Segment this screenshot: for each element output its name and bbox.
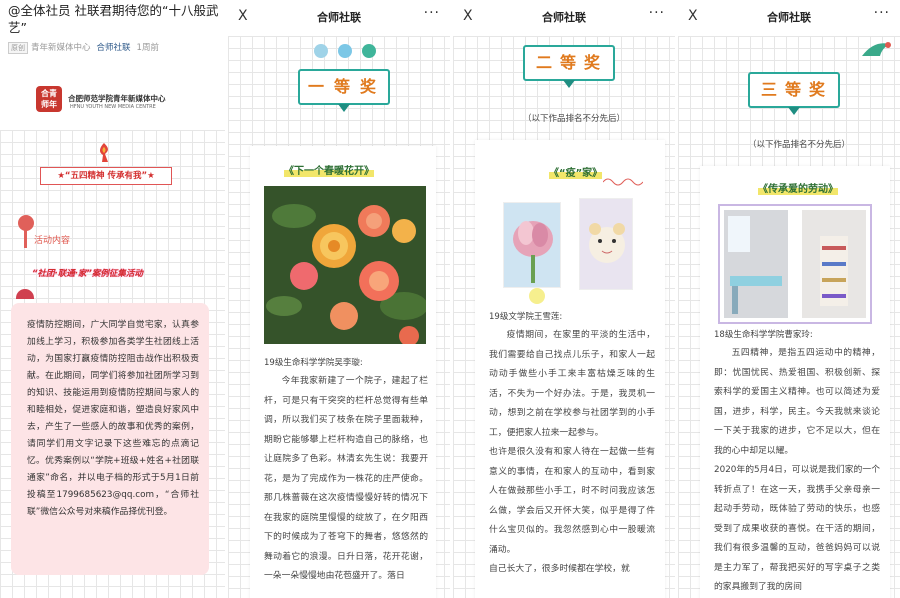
section-heading: 活动内容 [34,236,71,246]
theme-banner: ★“五四精神 传承有我”★ [40,167,172,185]
work-author: 19级文学院王雪莲: [489,312,563,322]
article-time: 1周前 [136,43,159,53]
second-prize-panel: X 合师社联 ··· 二等奖 （以下作品排名不分先后） 《“疫”家》 19级文学… [453,0,675,598]
first-prize-panel: X 合师社联 ··· 一等奖 《下一个春暖花开》 19级生命科学学院吴李璇: 今… [228,0,450,598]
bird-decor-icon [862,42,891,56]
activity-description-card: 疫情防控期间，广大同学自觉宅家，认真参加线上学习，积极参加各类学生社团线上活动，… [11,303,209,575]
decor-dot-icon [529,288,545,304]
ranking-note: （以下作品排名不分先后） [748,140,851,150]
torch-icon [100,143,108,162]
more-icon[interactable]: ··· [874,5,890,21]
pin-stem [24,228,27,248]
content-area: 二等奖 （以下作品排名不分先后） 《“疫”家》 19级文学院王雪莲: 疫情期间，… [453,36,675,598]
ranking-note: （以下作品排名不分先后） [523,114,626,124]
article-panel: @全体社员 社联君期待您的“十八般武艺” 原创 青年新媒体中心 合师社联 1周前 合青… [0,0,225,598]
work-text: 今年我家新建了一个院子，建起了栏杆，可是只有干突突的栏杆总觉得有些单调，所以我们… [264,376,428,581]
org-name: 合肥师范学院青年新媒体中心 [68,94,166,103]
room-photos-image [724,210,866,318]
content-area: 一等奖 《下一个春暖花开》 19级生命科学学院吴李璇: 今年我家新建了一个院子，… [228,36,450,598]
nav-bar: X 合师社联 ··· [228,0,450,36]
craft-image-1 [504,203,560,287]
decor-dot-icon [338,44,352,58]
craft-photo-1 [503,202,561,288]
work-title: 《传承爱的劳动》 [758,180,838,195]
content-area: 三等奖 （以下作品排名不分先后） 《传承爱的劳动》 18级生命科学学院曹家玲: … [678,36,900,598]
decor-dot-icon [314,44,328,58]
work-text: 五四精神，是指五四运动中的精神，即：忧国忧民、热爱祖国、积极创新、探索科学的爱国… [714,348,880,592]
work-title: 《“疫”家》 [549,164,603,179]
roses-photo [264,186,426,344]
craft-image-2 [580,199,632,289]
decor-dot-icon [362,44,376,58]
more-icon[interactable]: ··· [424,5,440,21]
nav-bar: X 合师社联 ··· [678,0,900,36]
award-badge: 一等奖 [298,69,390,112]
craft-photo-2 [579,198,633,290]
article-author: 青年新媒体中心 [31,43,91,53]
org-logo-text: 合青 师年 [41,89,57,109]
activity-subtitle: “社团·联通·家”案例征集活动 [32,269,143,279]
roses-image [264,186,426,344]
org-logo: 合青 师年 [36,86,62,112]
original-tag: 原创 [8,42,28,54]
nav-title[interactable]: 合师社联 [453,9,675,25]
room-photos-frame [718,204,872,324]
nav-title[interactable]: 合师社联 [678,9,900,25]
work-title: 《下一个春暖花开》 [284,162,374,177]
article-meta: 原创 青年新媒体中心 合师社联 1周前 [8,41,159,54]
screenshot: @全体社员 社联君期待您的“十八般武艺” 原创 青年新媒体中心 合师社联 1周前 合青… [0,0,900,598]
article-title[interactable]: @全体社员 社联君期待您的“十八般武艺” [8,2,220,36]
nav-title[interactable]: 合师社联 [228,9,450,25]
account-link[interactable]: 合师社联 [97,43,131,53]
nav-bar: X 合师社联 ··· [453,0,675,36]
award-badge: 三等奖 [748,72,840,115]
work-text: 疫情期间，在家里的平淡的生活中，我们需要给自己找点儿乐子，和家人一起动动手做些小… [489,330,655,574]
work-author: 19级生命科学学院吴李璇: [264,358,363,368]
activity-description: 疫情防控期间，广大同学自觉宅家，认真参加线上学习，积极参加各类学生社团线上活动，… [27,320,199,517]
more-icon[interactable]: ··· [649,5,665,21]
org-name-en: HFNU YOUTH NEW MEDIA CENTRE [70,104,156,110]
wave-decor-icon [603,178,643,186]
third-prize-panel: X 合师社联 ··· 三等奖 （以下作品排名不分先后） 《传承爱的劳动》 18级… [678,0,900,598]
award-badge: 二等奖 [523,45,615,88]
work-author: 18级生命科学学院曹家玲: [714,330,813,340]
